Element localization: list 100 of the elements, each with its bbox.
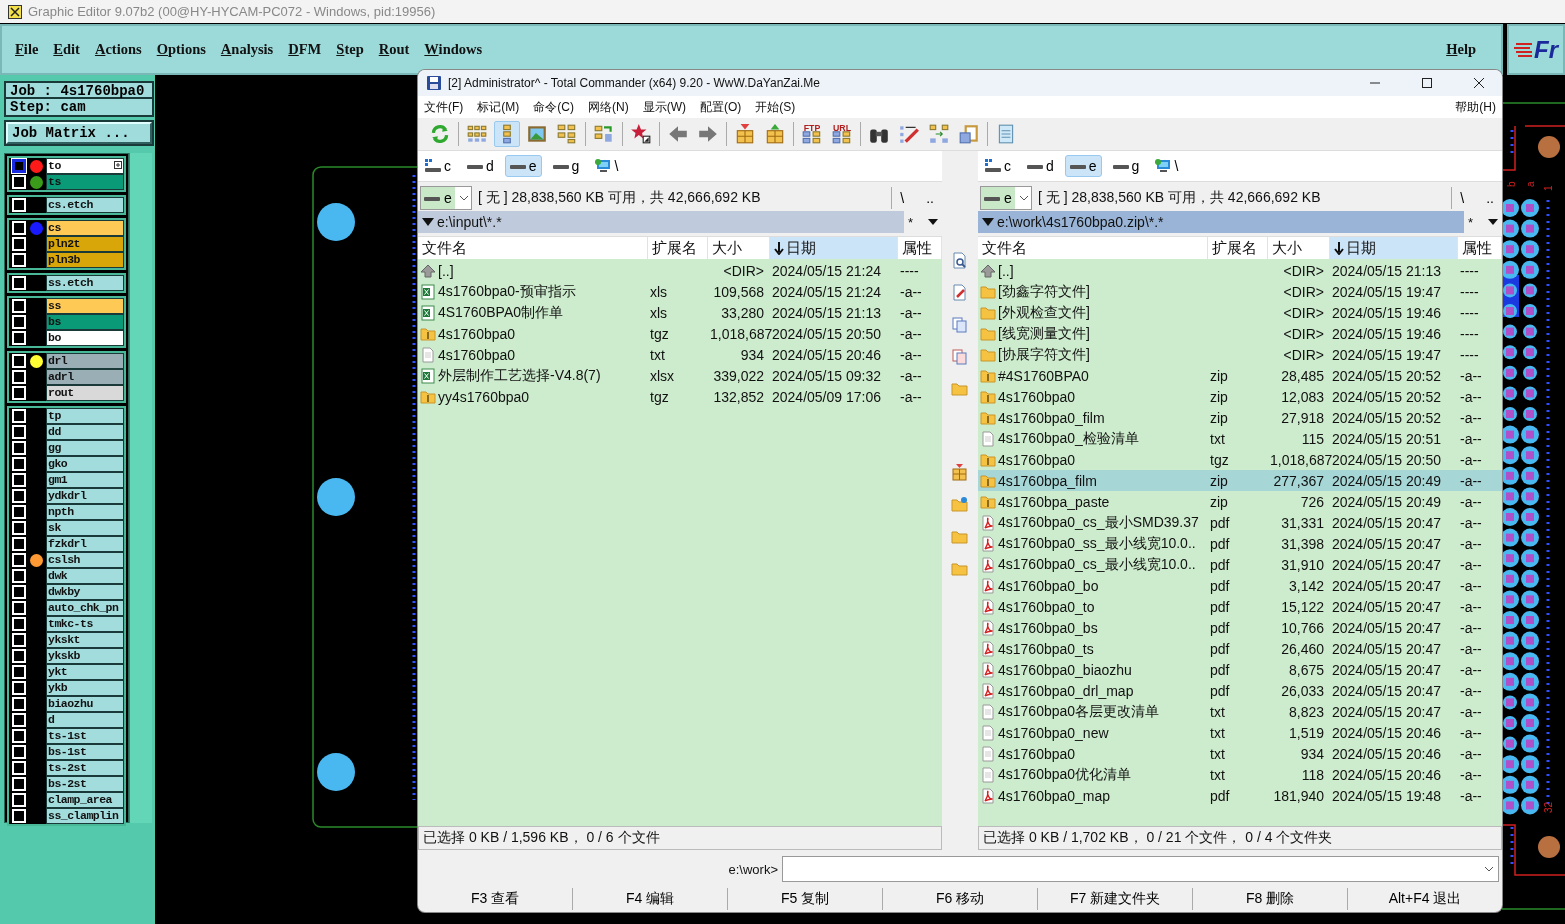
drive-button[interactable]: c — [420, 155, 456, 177]
file-row[interactable]: 4s1760bpa0 txt 934 2024/05/15 20:46 -a-- — [978, 743, 1502, 764]
menu-item[interactable]: DFM — [288, 41, 322, 58]
file-row[interactable]: [协展字符文件] <DIR> 2024/05/15 19:47 ---- — [978, 344, 1502, 365]
layer-name[interactable]: d — [46, 712, 124, 728]
layer-name[interactable]: npth — [46, 504, 124, 520]
drive-button[interactable]: e — [504, 155, 542, 177]
url-button[interactable]: URL — [829, 121, 855, 147]
drive-button[interactable]: g — [547, 155, 585, 177]
dropdown-icon[interactable] — [928, 219, 938, 225]
function-key-button[interactable]: F4 编辑 — [573, 888, 728, 910]
file-row[interactable]: 外层制作工艺选择-V4.8(7) xlsx 339,022 2024/05/15 09:32 -a-- — [418, 365, 942, 386]
drive-dropdown[interactable]: e — [980, 186, 1032, 210]
layer-name[interactable]: bs-1st — [46, 744, 124, 760]
file-row[interactable]: 4s1760bpa0 txt 934 2024/05/15 20:46 -a-- — [418, 344, 942, 365]
drive-button[interactable]: \ — [1150, 155, 1184, 177]
file-row[interactable]: 4s1760bpa_film zip 277,367 2024/05/15 20:49 -a-- — [978, 470, 1502, 491]
folder-icon[interactable] — [950, 495, 970, 515]
menu-item[interactable]: Step — [336, 41, 364, 58]
drive-dropdown[interactable]: e — [420, 186, 472, 210]
drive-button[interactable]: \ — [590, 155, 624, 177]
file-row[interactable]: 4s1760bpa0_drl_map pdf 26,033 2024/05/15 20:47 -a-- — [978, 680, 1502, 701]
menu-item[interactable]: 命令(C) — [533, 98, 574, 116]
layer-name[interactable]: ts-1st — [46, 728, 124, 744]
file-row[interactable]: 4s1760bpa0_to pdf 15,122 2024/05/15 20:47 -a-- — [978, 596, 1502, 617]
layer-name[interactable]: dwk — [46, 568, 124, 584]
file-row[interactable]: 4s1760bpa0_ss_最小线宽10.0.. pdf 31,398 2024/05/15 20:47 -a-- — [978, 533, 1502, 554]
file-row[interactable]: 4s1760bpa0各层更改清单 txt 8,823 2024/05/15 20:47 -a-- — [978, 701, 1502, 722]
path-bar[interactable]: e:\work\4s1760bpa0.zip\*.* — [978, 211, 1464, 233]
file-row[interactable]: 4s1760bpa0_cs_最小SMD39.37 pdf 31,331 2024/05/15 20:47 -a-- — [978, 512, 1502, 533]
menu-item[interactable]: Edit — [53, 41, 80, 58]
layer-name[interactable]: ts-2st — [46, 760, 124, 776]
root-button[interactable]: \ — [1451, 187, 1473, 209]
drive-button[interactable]: e — [1064, 155, 1102, 177]
menu-item[interactable]: File — [15, 41, 39, 58]
file-row[interactable]: yy4s1760bpa0 tgz 132,852 2024/05/09 17:06 -a-- — [418, 386, 942, 407]
menu-item[interactable]: 文件(F) — [424, 98, 464, 116]
drive-button[interactable]: d — [1022, 155, 1059, 177]
layer-name[interactable]: auto_chk_pn — [46, 600, 124, 616]
path-bar[interactable]: e:\input\*.* — [418, 211, 904, 233]
file-row[interactable]: 4S1760BPA0制作单 xls 33,280 2024/05/15 21:13 -a-- — [418, 302, 942, 323]
menu-item[interactable]: 帮助(H) — [1455, 98, 1496, 116]
file-row[interactable]: 4s1760bpa0 tgz 1,018,6872024/05/15 20:50 -a-- — [978, 449, 1502, 470]
move-icon[interactable] — [950, 347, 970, 367]
menu-item[interactable]: Options — [156, 41, 206, 58]
drive-button[interactable]: g — [1107, 155, 1145, 177]
filter-label[interactable]: * — [908, 214, 914, 230]
file-row[interactable]: [..] <DIR> 2024/05/15 21:13 ---- — [978, 260, 1502, 281]
layer-name[interactable]: clamp_area — [46, 792, 124, 808]
layer-name[interactable]: ykskt — [46, 632, 124, 648]
copy-icon[interactable] — [950, 315, 970, 335]
dropdown-icon[interactable] — [1488, 219, 1498, 225]
drive-button[interactable]: c — [980, 155, 1016, 177]
file-row[interactable]: 4s1760bpa0_film zip 27,918 2024/05/15 20:52 -a-- — [978, 407, 1502, 428]
box-icon[interactable] — [950, 463, 970, 483]
layer-name[interactable]: bs-2st — [46, 776, 124, 792]
function-key-button[interactable]: F6 移动 — [883, 888, 1038, 910]
layer-name[interactable]: to — [46, 158, 124, 174]
layer-name[interactable]: ykt — [46, 664, 124, 680]
layer-name[interactable]: biaozhu — [46, 696, 124, 712]
layer-name[interactable]: gm1 — [46, 472, 124, 488]
file-row[interactable]: 4s1760bpa0_new txt 1,519 2024/05/15 20:46 -a-- — [978, 722, 1502, 743]
file-row[interactable]: #4S1760BPA0 zip 28,485 2024/05/15 20:52 -a-- — [978, 365, 1502, 386]
layer-name[interactable]: cs — [46, 220, 124, 236]
close-icon[interactable] — [1473, 77, 1485, 89]
file-row[interactable]: 4s1760bpa0-预审指示 xls 109,568 2024/05/15 21:24 -a-- — [418, 281, 942, 302]
file-row[interactable]: 4s1760bpa0优化清单 txt 118 2024/05/15 20:46 -a-- — [978, 764, 1502, 785]
layer-name[interactable]: sk — [46, 520, 124, 536]
file-row[interactable]: [外观检查文件] <DIR> 2024/05/15 19:46 ---- — [978, 302, 1502, 323]
function-key-button[interactable]: Alt+F4 退出 — [1348, 888, 1502, 910]
layer-name[interactable]: pln2t — [46, 236, 124, 252]
function-key-button[interactable]: F5 复制 — [728, 888, 883, 910]
column-header[interactable]: 日期 — [770, 237, 898, 259]
layer-name[interactable]: tmkc-ts — [46, 616, 124, 632]
menu-item[interactable]: Help — [1446, 41, 1476, 58]
menu-item[interactable]: 显示(W) — [642, 98, 686, 116]
layer-name[interactable]: ykb — [46, 680, 124, 696]
list-icon[interactable] — [494, 121, 520, 147]
menu-item[interactable]: 标记(M) — [477, 98, 520, 116]
layer-name[interactable]: bo — [46, 330, 124, 346]
layer-name[interactable]: ts — [46, 174, 124, 190]
file-row[interactable]: 4s1760bpa_paste zip 726 2024/05/15 20:49 -a-- — [978, 491, 1502, 512]
layer-name[interactable]: tp — [46, 408, 124, 424]
scrollbar[interactable] — [129, 153, 152, 823]
function-key-button[interactable]: F3 查看 — [418, 888, 573, 910]
layer-name[interactable]: drl — [46, 353, 124, 369]
command-field[interactable] — [782, 856, 1499, 882]
file-row[interactable]: 4s1760bpa0_检验清单 txt 115 2024/05/15 20:51 -a-- — [978, 428, 1502, 449]
layer-name[interactable]: ykskb — [46, 648, 124, 664]
parent-button[interactable]: .. — [1478, 187, 1502, 209]
layer-name[interactable]: ss_clamplin — [46, 808, 124, 824]
layer-name[interactable]: dd — [46, 424, 124, 440]
layer-name[interactable]: cslsh — [46, 552, 124, 568]
layer-name[interactable]: bs — [46, 314, 124, 330]
file-row[interactable]: [..] <DIR> 2024/05/15 21:24 ---- — [418, 260, 942, 281]
file-row[interactable]: [劲鑫字符文件] <DIR> 2024/05/15 19:47 ---- — [978, 281, 1502, 302]
layer-name[interactable]: gg — [46, 440, 124, 456]
file-row[interactable]: 4s1760bpa0 zip 12,083 2024/05/15 20:52 -a-- — [978, 386, 1502, 407]
layer-name[interactable]: fzkdrl — [46, 536, 124, 552]
menu-item[interactable]: 开始(S) — [755, 98, 796, 116]
